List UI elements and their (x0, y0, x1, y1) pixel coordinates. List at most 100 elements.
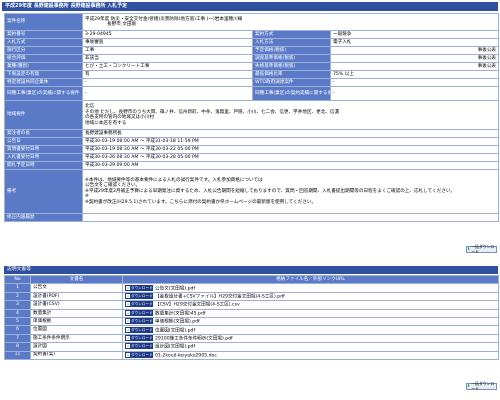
doc-no: 2 (4, 291, 31, 302)
case-name-line: 長野市 文田堀 (107, 22, 137, 27)
download-icon: ↓ (126, 302, 130, 307)
compare2-value: - (329, 86, 500, 101)
doc-file-link[interactable]: 位置図(文田堀).pdf (155, 328, 195, 333)
doc-name: 契約書(案) (30, 350, 123, 360)
compare-value: - (82, 86, 253, 101)
download-button-label: ダウンロード (131, 335, 153, 340)
docs-section-title: 説明文書等 (4, 266, 498, 274)
open-date-label: 開札予定日時 (4, 161, 83, 170)
doc-file-cell: ↓ ダウンロード 【CSV】H29交付金文田堀(4-S工区).csv (122, 300, 499, 310)
bid-notice-page: 平成29年度 長野建設事務所 長野建設事務所 入札予定 案件名称 平成29年度 … (0, 0, 500, 400)
table-row: 6 位置図 ↓ ダウンロード 位置図(文田堀).pdf (4, 325, 499, 335)
case-name-label: 案件名称 (4, 13, 83, 31)
contract-type-value: 一般競争 (329, 30, 500, 39)
page-title: 平成29年度 長野建設事務所 長野建設事務所 入札予定 (2, 2, 498, 11)
doc-file-cell: ↓ ダウンロード 設計図(文田堀).pdf (122, 342, 499, 352)
note-label: 備考 (4, 169, 83, 214)
ops-value: 75% 以上 (329, 70, 500, 79)
specific-label: 特定建設共同企業体 (4, 78, 83, 87)
download-icon: ↓ (126, 285, 130, 290)
compare2-label: 同種工事(業区)の契約実績に関する要件 (252, 86, 331, 101)
doc-no: 8 (4, 342, 31, 352)
col-header-file: 格納ファイル名／外部リンクURL (122, 274, 499, 285)
doc-no: 3 (4, 300, 31, 310)
table-row: 4 数量集計 ↓ ダウンロード 数量集計(文田堀)45.pdf (4, 308, 499, 318)
download-icon: ↓ (126, 344, 130, 349)
col-header-no: No (4, 274, 31, 285)
public-date-value: 平成30-03-19 08:00 AM ～ 平成31-03-18 11:59 P… (81, 137, 500, 146)
download-icon: ⬇ (467, 383, 471, 389)
announcer-label: 発注者の長 (4, 129, 83, 138)
download-button-label: ダウンロード (131, 310, 153, 315)
eval-value: 非該当 (82, 54, 253, 63)
col-header-name: 文書名 (30, 274, 123, 285)
survey-label: 調査基準価格(税抜) (252, 54, 331, 63)
doc-name: 公告文 (30, 283, 123, 293)
bid-info-table: 案件名称 平成29年度 防災・安全交付金(修繕)災害防除(地方道)工事 (一)岩… (4, 13, 500, 222)
doc-file-link[interactable]: 01-2koujI-keiyaku2905.doc (155, 353, 217, 358)
doc-file-link[interactable]: 29100施工条件条件明示(文田堀).pdf (155, 336, 233, 341)
doc-file-cell: ↓ ダウンロード 公告文(文田堀).pdf (122, 283, 499, 293)
doc-no: 11 (4, 350, 31, 360)
doc-file-cell: ↓ ダウンロード 位置図(文田堀).pdf (122, 325, 499, 335)
note-line: ※契約書が改正(H29.5.1)されています。こちらに添付の契約書か県ホームペー… (85, 199, 317, 205)
bid-type-value: 事後審査 (82, 38, 253, 47)
download-icon: ↓ (126, 335, 130, 340)
case-name-value: 平成29年度 防災・安全交付金(修繕)災害防除(地方道)工事 (一)岩本里穂川線… (81, 13, 500, 31)
doc-file-link[interactable]: 【金抜設計書+CSVファイル】H29交付金文田堀(4-S工区).pdf (155, 294, 285, 299)
docs-body: 1 公告文 ↓ ダウンロード 公告文(文田堀).pdf 2 設計書(PDF) ↓ ダウンロード【… (4, 283, 499, 360)
download-button[interactable]: ↓ ダウンロード (125, 352, 153, 358)
public-date-label: 公告日 (4, 137, 83, 146)
download-button[interactable]: ↓ ダウンロード (125, 284, 153, 291)
bid-method-label: 入札方法 (252, 38, 331, 47)
table-row: 3 設計書(CSV) ↓ ダウンロード 【CSV】H29交付金文田堀(4-S工区).cs… (4, 300, 499, 310)
download-button-label: ダウンロード (131, 285, 153, 290)
ops-label: 最低価格比率 (252, 70, 331, 79)
doc-file-link[interactable]: 単価根拠(文田堀).pdf (155, 320, 200, 325)
download-button[interactable]: ↓ ダウンロード (125, 335, 153, 341)
download-button-label: ダウンロード (131, 293, 153, 298)
download-button[interactable]: ↓ ダウンロード (125, 310, 153, 316)
doc-file-link[interactable]: 【CSV】H29交付金文田堀(4-S工区).csv (155, 303, 240, 308)
price-label: 予定価格(税抜) (252, 46, 331, 55)
bid-type-label: 入札方式 (4, 38, 83, 47)
doc-file-cell: ↓ ダウンロード 29100施工条件条件明示(文田堀).pdf (122, 333, 499, 344)
contract-no-label: 契約番号 (4, 30, 83, 39)
doc-no: 5 (4, 316, 31, 327)
download-button[interactable]: ↓ ダウンロード (125, 301, 153, 308)
download-button-label: ダウンロード (131, 344, 153, 349)
download-all-button[interactable]: ⬇ 一括ダウンロード (466, 244, 497, 253)
bid-period-value: 平成30-03-26 08:30 AM ～ 平成30-03-28 05:00 P… (81, 153, 500, 162)
doc-file-link[interactable]: 公告文(文田堀).pdf (155, 286, 195, 291)
download-button[interactable]: ↓ ダウンロード (125, 343, 153, 350)
survey-text: 事後公表 (477, 55, 497, 61)
remarks-value (81, 213, 500, 222)
download-button[interactable]: ↓ ダウンロード (125, 318, 153, 325)
download-icon: ↓ (126, 310, 130, 315)
min-price-label: 失格基準価格(税抜) (252, 62, 331, 71)
doc-name: 単価根拠 (30, 316, 123, 327)
eval-label: 総合評価 (4, 54, 83, 63)
question-date-label: 質問書受付日時 (4, 145, 83, 154)
download-button[interactable]: ↓ ダウンロード (125, 326, 153, 333)
doc-name: 設計書(CSV) (30, 300, 123, 310)
survey-value: 事後公表 (329, 54, 500, 63)
region-line: 地域に本店を有する (85, 120, 127, 126)
doc-name: 施工条件条件明示 (30, 333, 123, 344)
doc-no: 1 (4, 283, 31, 293)
table-row: 5 単価根拠 ↓ ダウンロード 単価根拠(文田堀).pdf (4, 316, 499, 327)
note-value: ※本件は、地域要件等の基本要件による入札の試行案件です。入札参加資格については … (81, 169, 500, 214)
doc-file-link[interactable]: 設計図(文田堀).pdf (155, 345, 195, 350)
download-button[interactable]: ↓ ダウンロード (125, 293, 153, 299)
price-value: 事後公表 (329, 46, 500, 55)
remarks-label: 修正内容履歴 (4, 213, 83, 222)
doc-file-link[interactable]: 数量集計(文田堀)45.pdf (155, 311, 206, 316)
compare-label: 同種工事(業区)の実績に関する要件 (4, 86, 83, 101)
min-limit-label: 下限設定の有無 (4, 70, 83, 79)
table-row: 1 公告文 ↓ ダウンロード 公告文(文田堀).pdf (4, 283, 499, 293)
note-line: ※平成29年度2月補正予算による早期発注に資するため、入札公告期間を短縮しており… (85, 188, 456, 194)
doc-no: 7 (4, 333, 31, 344)
doc-no: 4 (4, 308, 31, 318)
download-all-button-bottom[interactable]: ⬇ 一括ダウンロード (466, 381, 497, 390)
category-value: とび・土工・コンクリート工事 (82, 62, 253, 71)
